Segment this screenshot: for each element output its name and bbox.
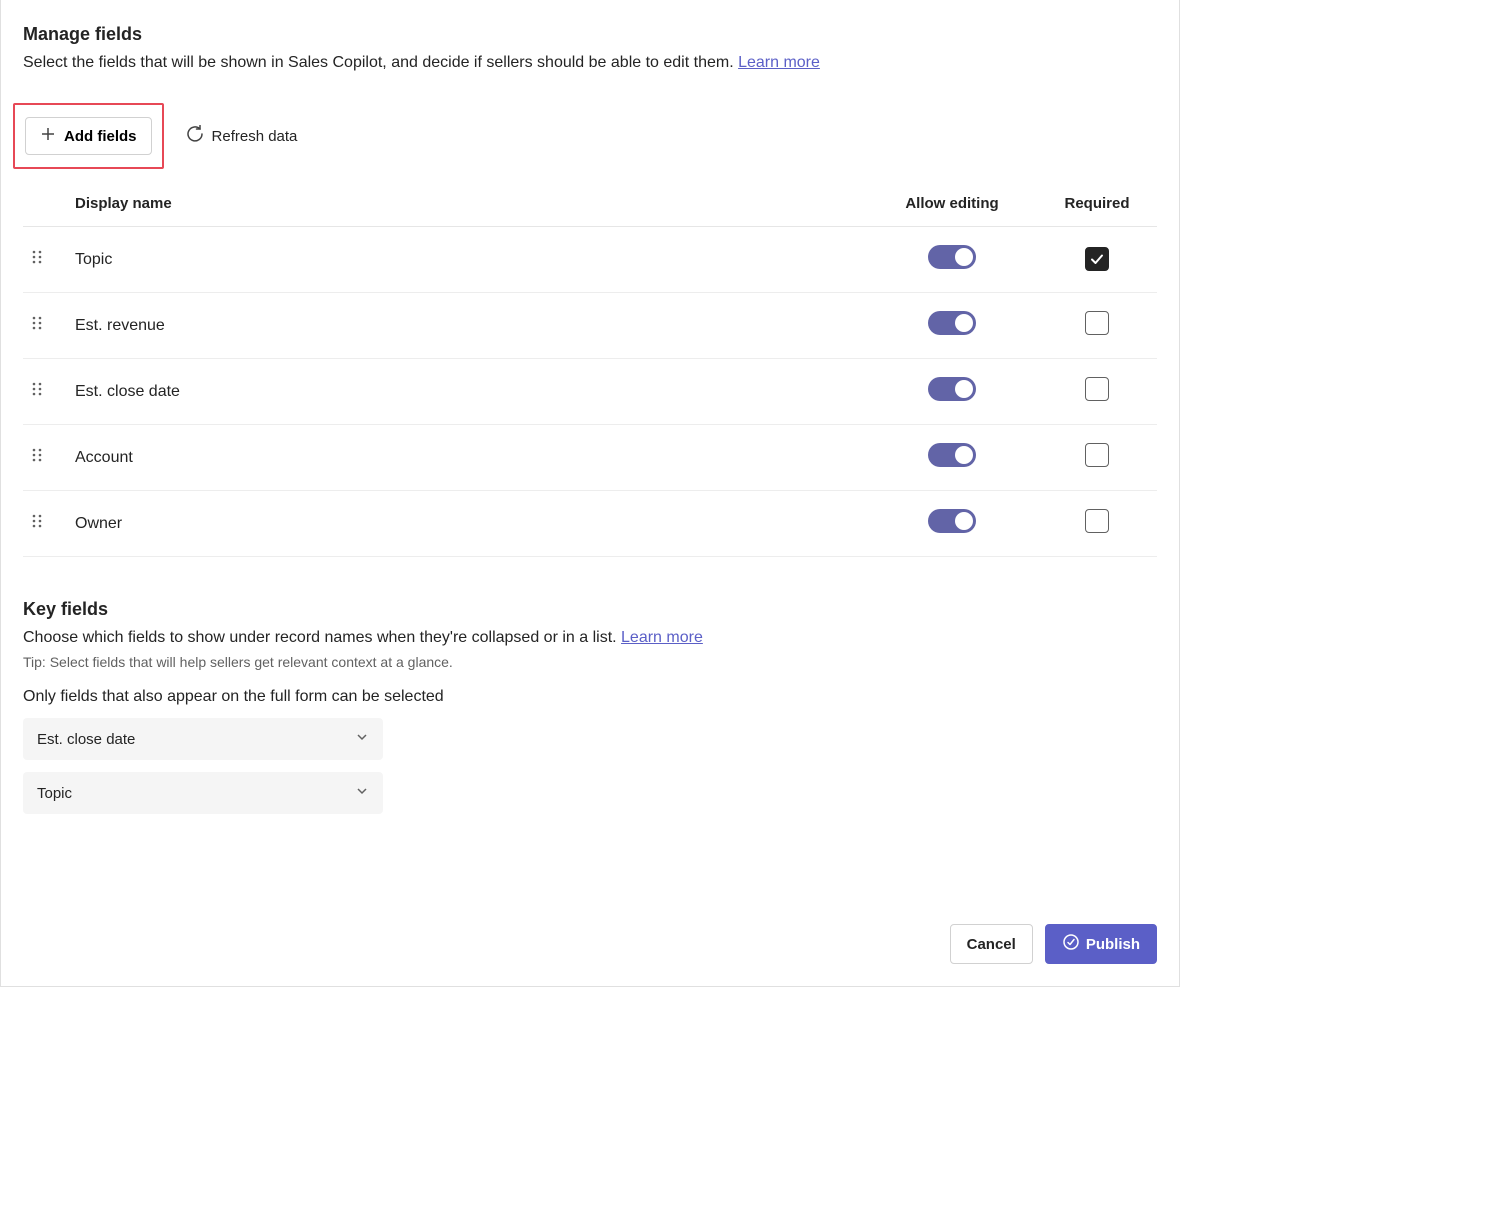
footer-actions: Cancel Publish xyxy=(23,924,1157,964)
allow-editing-toggle[interactable] xyxy=(928,377,976,401)
key-learn-more-link[interactable]: Learn more xyxy=(621,629,703,646)
learn-more-link[interactable]: Learn more xyxy=(738,54,820,71)
field-name: Est. close date xyxy=(75,383,180,400)
table-row: Est. revenue xyxy=(23,293,1157,359)
required-checkbox[interactable] xyxy=(1085,377,1109,401)
manage-fields-panel: Manage fields Select the fields that wil… xyxy=(0,0,1180,987)
fields-table: Display name Allow editing Required Topi… xyxy=(23,187,1157,557)
key-fields-note: Only fields that also appear on the full… xyxy=(23,688,1157,706)
refresh-icon xyxy=(186,125,204,147)
allow-editing-toggle[interactable] xyxy=(928,245,976,269)
table-row: Account xyxy=(23,425,1157,491)
key-fields-title: Key fields xyxy=(23,599,1157,620)
refresh-data-button[interactable]: Refresh data xyxy=(186,125,298,147)
key-fields-section: Key fields Choose which fields to show u… xyxy=(23,599,1157,814)
publish-button[interactable]: Publish xyxy=(1045,924,1157,964)
col-required-header: Required xyxy=(1037,187,1157,227)
allow-editing-toggle[interactable] xyxy=(928,311,976,335)
add-fields-highlight: Add fields xyxy=(13,103,164,169)
key-field-dropdown[interactable]: Est. close date xyxy=(23,718,383,760)
refresh-label: Refresh data xyxy=(212,128,298,145)
chevron-down-icon xyxy=(355,784,369,802)
table-row: Owner xyxy=(23,491,1157,557)
drag-handle-icon[interactable] xyxy=(31,513,43,529)
manage-fields-title: Manage fields xyxy=(23,24,1157,45)
checkmark-circle-icon xyxy=(1062,933,1080,955)
drag-handle-icon[interactable] xyxy=(31,381,43,397)
dropdown-value: Topic xyxy=(37,785,72,802)
required-checkbox[interactable] xyxy=(1085,509,1109,533)
field-name: Est. revenue xyxy=(75,317,165,334)
table-row: Topic xyxy=(23,227,1157,293)
table-row: Est. close date xyxy=(23,359,1157,425)
col-allow-editing-header: Allow editing xyxy=(867,187,1037,227)
allow-editing-toggle[interactable] xyxy=(928,509,976,533)
field-name: Topic xyxy=(75,251,112,268)
key-fields-desc-text: Choose which fields to show under record… xyxy=(23,629,621,646)
key-fields-tip: Tip: Select fields that will help seller… xyxy=(23,654,1157,670)
chevron-down-icon xyxy=(355,730,369,748)
fields-toolbar: Add fields Refresh data xyxy=(23,103,1157,169)
field-name: Owner xyxy=(75,515,122,532)
drag-handle-icon[interactable] xyxy=(31,249,43,265)
add-fields-label: Add fields xyxy=(64,128,137,145)
publish-label: Publish xyxy=(1086,936,1140,953)
plus-icon xyxy=(40,126,56,146)
required-checkbox[interactable] xyxy=(1085,247,1109,271)
required-checkbox[interactable] xyxy=(1085,443,1109,467)
col-handle-header xyxy=(23,187,67,227)
cancel-button[interactable]: Cancel xyxy=(950,924,1033,964)
col-display-name-header: Display name xyxy=(67,187,867,227)
key-field-dropdown[interactable]: Topic xyxy=(23,772,383,814)
manage-fields-desc-text: Select the fields that will be shown in … xyxy=(23,54,738,71)
field-name: Account xyxy=(75,449,133,466)
key-fields-desc: Choose which fields to show under record… xyxy=(23,626,1157,650)
drag-handle-icon[interactable] xyxy=(31,315,43,331)
required-checkbox[interactable] xyxy=(1085,311,1109,335)
add-fields-button[interactable]: Add fields xyxy=(25,117,152,155)
manage-fields-desc: Select the fields that will be shown in … xyxy=(23,51,1157,75)
drag-handle-icon[interactable] xyxy=(31,447,43,463)
dropdown-value: Est. close date xyxy=(37,731,135,748)
allow-editing-toggle[interactable] xyxy=(928,443,976,467)
